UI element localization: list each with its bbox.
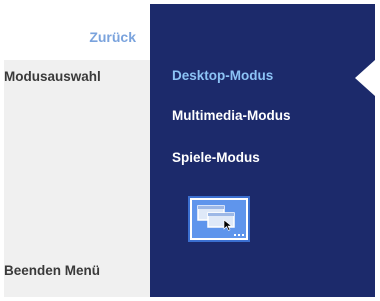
mode-option-game[interactable]: Spiele-Modus <box>172 150 260 165</box>
selection-pointer-icon <box>355 60 375 96</box>
mode-option-multimedia[interactable]: Multimedia-Modus <box>172 108 291 123</box>
back-label: Zurück <box>89 29 136 45</box>
desktop-mode-icon <box>188 196 250 242</box>
back-button[interactable]: Zurück <box>4 4 150 60</box>
mode-option-desktop[interactable]: Desktop-Modus <box>172 68 273 83</box>
osd-menu: Zurück Modusauswahl Beenden Menü Desktop… <box>0 0 380 301</box>
exit-menu-button[interactable]: Beenden Menü <box>4 263 100 278</box>
mode-panel: Desktop-Modus Multimedia-Modus Spiele-Mo… <box>150 4 375 297</box>
mode-selection-label: Modusauswahl <box>4 69 101 84</box>
